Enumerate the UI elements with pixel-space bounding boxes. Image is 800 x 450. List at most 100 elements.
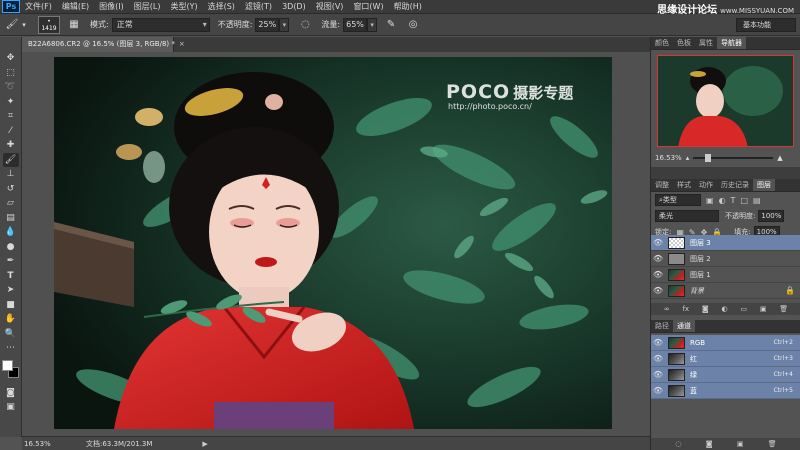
menu-window[interactable]: 窗口(W) xyxy=(348,1,388,12)
pen-tool-icon[interactable]: ✒ xyxy=(3,254,19,269)
layer-row-1[interactable]: 👁 图层 1 xyxy=(651,267,800,283)
eye-icon[interactable]: 👁 xyxy=(651,270,665,279)
menu-filter[interactable]: 滤镜(T) xyxy=(240,1,277,12)
pressure-size-icon[interactable]: ◎ xyxy=(405,17,421,33)
eye-icon[interactable]: 👁 xyxy=(651,286,665,295)
filter-shape-icon[interactable]: □ xyxy=(740,196,748,205)
layer-style-icon[interactable]: fx xyxy=(682,305,689,313)
quick-select-tool-icon[interactable]: ✦ xyxy=(3,95,19,110)
zoom-out-icon[interactable]: ▴ xyxy=(686,154,690,162)
tab-color[interactable]: 颜色 xyxy=(651,37,673,49)
eye-icon[interactable]: 👁 xyxy=(651,354,665,363)
new-layer-icon[interactable]: ▣ xyxy=(760,305,767,313)
eyedropper-tool-icon[interactable]: ⁄ xyxy=(3,124,19,139)
chevron-down-icon[interactable]: ▾ xyxy=(20,17,28,33)
link-layers-icon[interactable]: ∞ xyxy=(664,305,670,313)
add-mask-icon[interactable]: ◙ xyxy=(702,305,709,313)
flow-input[interactable]: 65% xyxy=(343,17,368,32)
tab-navigator[interactable]: 导航器 xyxy=(717,37,746,49)
channel-row-green[interactable]: 👁 绿 Ctrl+4 xyxy=(651,367,800,383)
pressure-opacity-icon[interactable]: ◌ xyxy=(297,17,313,33)
tab-channels[interactable]: 通道 xyxy=(673,320,695,332)
layer-filter-select[interactable]: ⌕类型 xyxy=(655,194,701,206)
zoom-in-icon[interactable]: ▲ xyxy=(777,154,782,162)
tab-actions[interactable]: 动作 xyxy=(695,179,717,191)
tab-styles[interactable]: 样式 xyxy=(673,179,695,191)
menu-help[interactable]: 帮助(H) xyxy=(389,1,427,12)
healing-tool-icon[interactable]: ✚ xyxy=(3,138,19,153)
zoom-tool-icon[interactable]: 🔍 xyxy=(3,327,19,342)
brush-tool-icon[interactable]: 🖌 xyxy=(2,152,19,167)
channel-row-rgb[interactable]: 👁 RGB Ctrl+2 xyxy=(651,335,800,351)
menu-image[interactable]: 图像(I) xyxy=(94,1,129,12)
tab-properties[interactable]: 属性 xyxy=(695,37,717,49)
move-tool-icon[interactable]: ✥ xyxy=(3,51,19,66)
menu-edit[interactable]: 编辑(E) xyxy=(57,1,94,12)
canvas-area[interactable]: POCO 摄影专题 http://photo.poco.cn/ xyxy=(22,52,650,436)
document-tab[interactable]: B22A6806.CR2 @ 16.5% (图层 3, RGB/8) * × xyxy=(22,37,185,52)
menu-layer[interactable]: 图层(L) xyxy=(129,1,166,12)
filter-type-icon[interactable]: T xyxy=(731,196,736,205)
color-swatches[interactable] xyxy=(1,359,20,380)
screen-mode-icon[interactable]: ▣ xyxy=(3,400,19,415)
blend-mode-select[interactable]: 柔光 xyxy=(655,210,719,222)
blur-tool-icon[interactable]: 💧 xyxy=(3,225,19,240)
channel-row-red[interactable]: 👁 红 Ctrl+3 xyxy=(651,351,800,367)
tab-layers[interactable]: 图层 xyxy=(753,179,775,191)
filter-smart-icon[interactable]: ▤ xyxy=(753,196,761,205)
brush-panel-icon[interactable]: ▦ xyxy=(66,17,82,33)
more-tools-icon[interactable]: ⋯ xyxy=(3,341,19,356)
layer-row-2[interactable]: 👁 图层 2 xyxy=(651,251,800,267)
dodge-tool-icon[interactable]: ● xyxy=(3,240,19,255)
tab-adjustments[interactable]: 调整 xyxy=(651,179,673,191)
eye-icon[interactable]: 👁 xyxy=(651,238,665,247)
tab-paths[interactable]: 路径 xyxy=(651,320,673,332)
crop-tool-icon[interactable]: ⌗ xyxy=(3,109,19,124)
delete-layer-icon[interactable]: 🗑 xyxy=(779,305,788,313)
clone-stamp-tool-icon[interactable]: ⊥ xyxy=(3,167,19,182)
zoom-level[interactable]: 16.53% xyxy=(24,440,56,448)
mode-select[interactable]: 正常 xyxy=(111,17,210,32)
menu-type[interactable]: 类型(Y) xyxy=(165,1,202,12)
load-selection-icon[interactable]: ◌ xyxy=(675,440,681,448)
quick-mask-icon[interactable]: ◙ xyxy=(3,386,19,401)
eraser-tool-icon[interactable]: ▱ xyxy=(3,196,19,211)
brush-preset-picker[interactable]: • 1419 xyxy=(38,15,60,34)
menu-select[interactable]: 选择(S) xyxy=(203,1,240,12)
channel-row-blue[interactable]: 👁 蓝 Ctrl+5 xyxy=(651,383,800,399)
close-icon[interactable]: × xyxy=(179,40,185,48)
eye-icon[interactable]: 👁 xyxy=(651,370,665,379)
navigator-zoom-slider[interactable] xyxy=(693,154,774,162)
type-tool-icon[interactable]: T xyxy=(3,269,19,284)
navigator-preview[interactable] xyxy=(657,55,794,147)
filter-adjust-icon[interactable]: ◐ xyxy=(719,196,726,205)
history-brush-tool-icon[interactable]: ↺ xyxy=(3,182,19,197)
new-channel-icon[interactable]: ▣ xyxy=(737,440,744,448)
lasso-tool-icon[interactable]: ➰ xyxy=(3,80,19,95)
save-selection-icon[interactable]: ◙ xyxy=(706,440,713,448)
tab-swatches[interactable]: 色板 xyxy=(673,37,695,49)
layer-opacity-input[interactable]: 100% xyxy=(758,210,785,222)
new-group-icon[interactable]: ▭ xyxy=(740,305,747,313)
document-photo[interactable]: POCO 摄影专题 http://photo.poco.cn/ xyxy=(54,57,612,429)
delete-channel-icon[interactable]: 🗑 xyxy=(768,440,777,448)
gradient-tool-icon[interactable]: ▤ xyxy=(3,211,19,226)
flow-dropdown-icon[interactable]: ▾ xyxy=(367,17,378,32)
adjustment-layer-icon[interactable]: ◐ xyxy=(722,305,728,313)
marquee-tool-icon[interactable]: ⬚ xyxy=(3,66,19,81)
opacity-dropdown-icon[interactable]: ▾ xyxy=(279,17,290,32)
workspace-select[interactable]: 基本功能 xyxy=(736,18,796,32)
brush-tool-icon[interactable]: 🖌 xyxy=(4,17,20,33)
path-select-tool-icon[interactable]: ➤ xyxy=(3,283,19,298)
airbrush-icon[interactable]: ✎ xyxy=(383,17,399,33)
opacity-input[interactable]: 25% xyxy=(255,17,280,32)
hand-tool-icon[interactable]: ✋ xyxy=(3,312,19,327)
menu-view[interactable]: 视图(V) xyxy=(311,1,349,12)
slider-handle[interactable] xyxy=(705,154,712,162)
layer-row-background[interactable]: 👁 背景 🔒 xyxy=(651,283,800,299)
layer-row-3[interactable]: 👁 图层 3 xyxy=(651,235,800,251)
tab-history[interactable]: 历史记录 xyxy=(717,179,753,191)
menu-file[interactable]: 文件(F) xyxy=(20,1,57,12)
eye-icon[interactable]: 👁 xyxy=(651,338,665,347)
navigator-zoom-value[interactable]: 16.53% xyxy=(655,154,682,162)
